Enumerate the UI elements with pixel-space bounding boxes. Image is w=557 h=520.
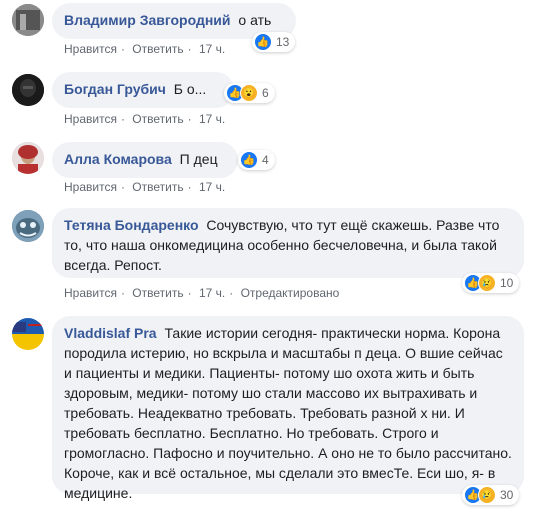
reaction-count: 4 — [262, 153, 269, 167]
like-link[interactable]: Нравится — [64, 286, 117, 300]
avatar[interactable] — [12, 74, 44, 106]
reactions-summary[interactable]: 👍 4 — [238, 150, 275, 170]
avatar[interactable] — [12, 318, 44, 350]
comment-author[interactable]: Алла Комарова — [64, 151, 172, 167]
reply-link[interactable]: Ответить — [132, 286, 183, 300]
comment-bubble: Богдан Грубич Б о... — [52, 72, 234, 108]
timestamp[interactable]: 17 ч. — [199, 286, 225, 300]
avatar[interactable] — [12, 4, 44, 36]
comment-text: Такие истории сегодня- практически норма… — [64, 325, 512, 501]
reactions-summary[interactable]: 👍 😮 6 — [224, 83, 275, 103]
comment-text: П дец — [179, 151, 218, 167]
comment-actions: Нравится · Ответить · 17 ч. — [64, 180, 226, 194]
sad-reaction-icon: 😢 — [478, 486, 496, 504]
comment-author[interactable]: Тетяна Бондаренко — [64, 217, 199, 233]
comment-actions: Нравится · Ответить · 17 ч. — [64, 112, 226, 126]
comment-bubble: Тетяна Бондаренко Сочувствую, что тут ещ… — [52, 208, 524, 278]
edited-label[interactable]: Отредактировано — [241, 286, 340, 300]
like-link[interactable]: Нравится — [64, 180, 117, 194]
reaction-count: 13 — [276, 35, 290, 49]
reaction-count: 10 — [500, 276, 514, 290]
sad-reaction-icon: 😢 — [478, 274, 496, 292]
like-reaction-icon: 👍 — [254, 33, 272, 51]
timestamp[interactable]: 17 ч. — [199, 180, 225, 194]
comment-author[interactable]: Богдан Грубич — [64, 81, 166, 97]
reaction-count: 6 — [262, 86, 269, 100]
reactions-summary[interactable]: 👍 😢 10 — [462, 273, 520, 293]
comment-actions: Нравится · Ответить · 17 ч. · Отредактирова… — [64, 286, 340, 300]
reactions-summary[interactable]: 👍 😢 30 — [462, 485, 520, 505]
like-reaction-icon: 👍 — [240, 151, 258, 169]
timestamp[interactable]: 17 ч. — [199, 42, 225, 56]
comment-actions: Нравится · Ответить · 17 ч. — [64, 42, 226, 56]
reaction-count: 30 — [500, 488, 514, 502]
comment-bubble: Vladdislaf Pra Такие истории сегодня- пр… — [52, 316, 524, 501]
like-link[interactable]: Нравится — [64, 112, 117, 126]
comment-author[interactable]: Владимир Завгородний — [64, 12, 231, 28]
reply-link[interactable]: Ответить — [132, 42, 183, 56]
comment-text: Б о... — [173, 81, 207, 97]
wow-reaction-icon: 😮 — [240, 84, 258, 102]
reactions-summary[interactable]: 👍 13 — [252, 32, 296, 52]
timestamp[interactable]: 17 ч. — [199, 112, 225, 126]
comment-author[interactable]: Vladdislaf Pra — [64, 325, 157, 341]
reply-link[interactable]: Ответить — [132, 180, 183, 194]
reply-link[interactable]: Ответить — [132, 112, 183, 126]
avatar[interactable] — [12, 210, 44, 242]
avatar[interactable] — [12, 142, 44, 174]
comment-bubble: Алла Комарова П дец — [52, 142, 238, 178]
like-link[interactable]: Нравится — [64, 42, 117, 56]
comment-text: о ать — [238, 12, 272, 28]
